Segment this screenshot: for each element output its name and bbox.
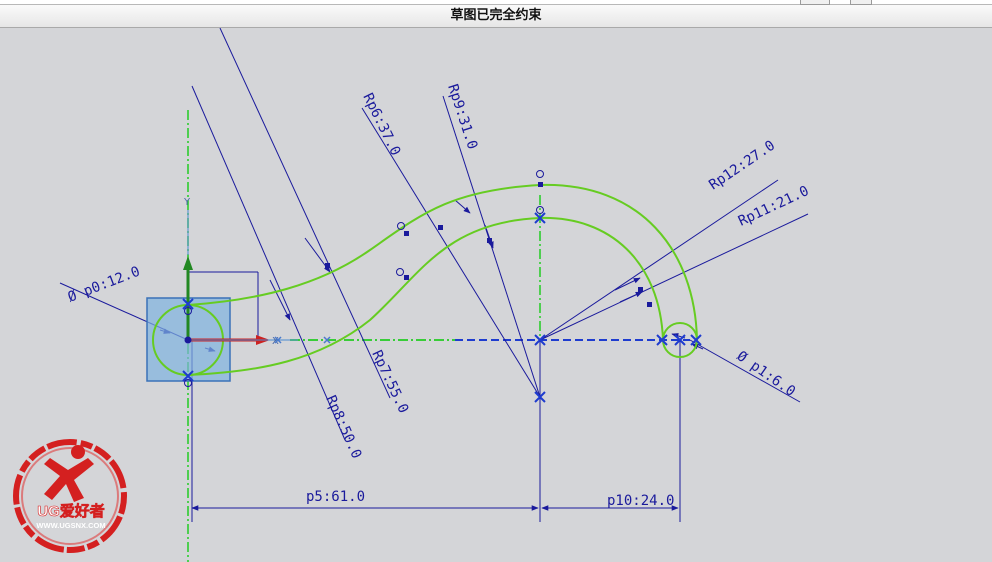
- constraint-points[interactable]: [182, 212, 702, 403]
- ugsnx-logo: UG爱好者 WWW.UGSNX.COM: [13, 439, 127, 553]
- status-bar: 草图已完全约束: [0, 5, 992, 28]
- sketch-curves[interactable]: [152, 183, 698, 376]
- dimension-pb6[interactable]: Rp6:37.0: [359, 91, 403, 159]
- dimension-pb7[interactable]: Rp7:55.0: [368, 348, 411, 416]
- dimension-pb12[interactable]: Rp12:27.0: [706, 138, 778, 194]
- logo-url: WWW.UGSNX.COM: [36, 521, 105, 530]
- sketch-window: 草图已完全约束 X Y Ø p0:12.0 Ø p1:6.0 p5:61.0 p…: [0, 0, 992, 562]
- status-message: 草图已完全约束: [450, 8, 542, 23]
- dimension-pb8[interactable]: Rp8:50.0: [322, 393, 364, 461]
- radius-leader-lines: [59, 28, 809, 522]
- dimension-p0[interactable]: Ø p0:12.0: [66, 264, 143, 306]
- logo-brand: UG爱好者: [37, 502, 105, 520]
- runner-icon: [44, 445, 94, 502]
- dimension-p5[interactable]: p5:61.0: [306, 489, 365, 505]
- leader-arrows: [159, 199, 704, 352]
- control-points[interactable]: [325, 182, 652, 307]
- dimension-p1[interactable]: Ø p1:6.0: [734, 348, 798, 400]
- csys-y-label: Y: [183, 197, 191, 208]
- dimension-p10[interactable]: p10:24.0: [607, 493, 674, 509]
- sketch-canvas[interactable]: X Y Ø p0:12.0 Ø p1:6.0 p5:61.0 p10:24.0 …: [0, 28, 992, 562]
- dimension-pb11[interactable]: Rp11:21.0: [736, 183, 812, 230]
- tangent-markers[interactable]: [184, 170, 544, 387]
